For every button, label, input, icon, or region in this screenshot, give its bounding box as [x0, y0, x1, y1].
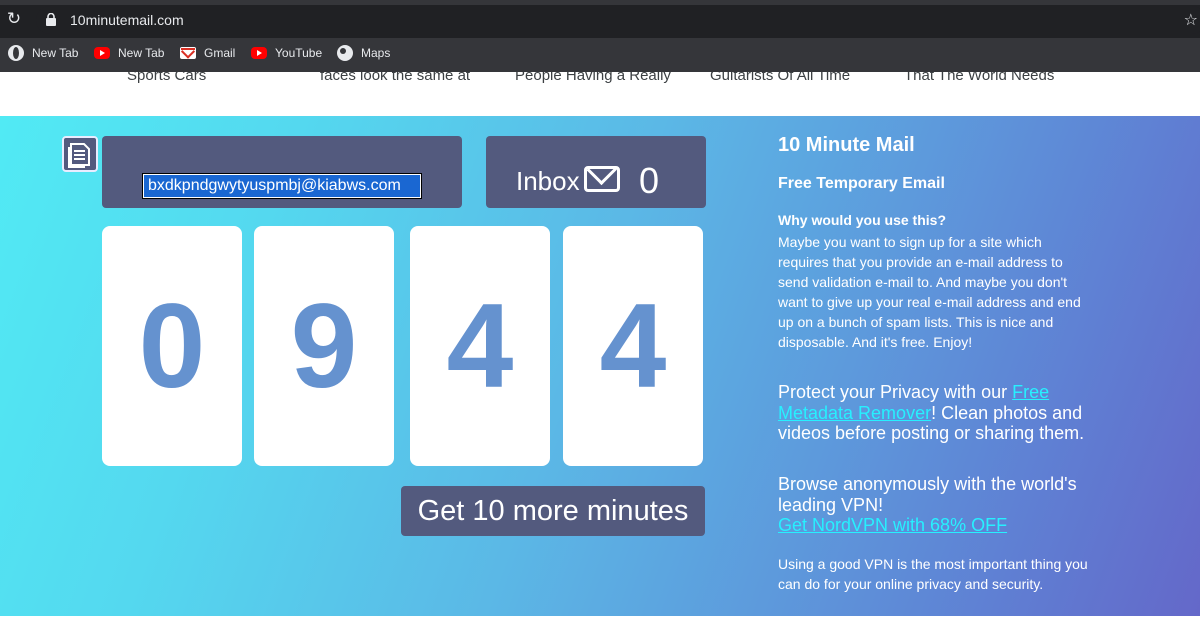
reload-icon[interactable]: ↻: [4, 9, 24, 29]
tab-strip: [0, 0, 1200, 5]
privacy-text-pre: Protect your Privacy with our: [778, 382, 1013, 402]
globe-icon: [337, 45, 353, 61]
nordvpn-link[interactable]: Get NordVPN with 68% OFF: [778, 515, 1098, 536]
ticker-link[interactable]: Sports Cars: [127, 72, 206, 84]
copy-address-button[interactable]: [62, 136, 98, 172]
ticker-link[interactable]: People Having a Really: [515, 72, 671, 84]
why-body: Maybe you want to sign up for a site whi…: [778, 234, 1081, 350]
timer-digit: 4: [563, 226, 703, 466]
omnibox[interactable]: 10minutemail.com ☆: [36, 6, 1200, 34]
hero-section: bxdkpndgwytyuspmbj@kiabws.com Inbox 0 0 …: [0, 116, 1200, 616]
gmail-icon: [180, 47, 196, 59]
youtube-icon: [251, 47, 267, 59]
vpn-note: Using a good VPN is the most important t…: [778, 556, 1088, 592]
youtube-icon: [94, 47, 110, 59]
timer-digit: 9: [254, 226, 394, 466]
site-title: 10 Minute Mail: [778, 134, 915, 156]
get-more-minutes-button[interactable]: Get 10 more minutes: [401, 486, 705, 536]
ticker-link[interactable]: That The World Needs: [904, 72, 1054, 84]
timer-digit-value: 4: [599, 279, 667, 413]
inbox-label: Inbox: [516, 166, 580, 196]
timer-digit-value: 4: [446, 279, 514, 413]
ticker-link[interactable]: faces look the same at: [320, 72, 470, 84]
bookmark-gmail[interactable]: Gmail: [180, 38, 235, 68]
timer-digit-value: 9: [290, 279, 358, 413]
inbox-button[interactable]: Inbox 0: [486, 136, 706, 208]
email-panel: bxdkpndgwytyuspmbj@kiabws.com: [102, 136, 462, 208]
bookmark-youtube[interactable]: YouTube: [251, 38, 322, 68]
email-address-field[interactable]: bxdkpndgwytyuspmbj@kiabws.com: [142, 173, 422, 199]
copy-icon: [68, 143, 90, 168]
url-text[interactable]: 10minutemail.com: [70, 12, 184, 28]
timer-digit-value: 0: [138, 279, 206, 413]
bookmark-new-tab-1[interactable]: New Tab: [8, 38, 78, 68]
bookmark-star-icon[interactable]: ☆: [1184, 10, 1198, 29]
browser-address-bar: ↻ 10minutemail.com ☆: [0, 0, 1200, 38]
bookmark-new-tab-2[interactable]: New Tab: [94, 38, 164, 68]
vpn-text: Browse anonymously with the world's lead…: [778, 474, 1077, 515]
bookmark-label: Maps: [361, 46, 391, 60]
bookmark-maps[interactable]: Maps: [337, 38, 390, 68]
envelope-icon: [584, 166, 620, 192]
bookmarks-bar: New Tab New Tab Gmail YouTube Maps: [0, 38, 1200, 72]
article-ticker: Sports Cars faces look the same at Peopl…: [0, 72, 1200, 116]
bookmark-label: New Tab: [118, 46, 165, 60]
page-content: Sports Cars faces look the same at Peopl…: [0, 72, 1200, 623]
timer-digit: 0: [102, 226, 242, 466]
inbox-count: 0: [639, 160, 660, 201]
privacy-promo: Protect your Privacy with our Free Metad…: [778, 382, 1098, 444]
globe-icon: [8, 45, 24, 61]
bookmark-label: New Tab: [32, 46, 79, 60]
lock-icon: [46, 13, 56, 26]
vpn-promo: Browse anonymously with the world's lead…: [778, 474, 1098, 536]
why-heading: Why would you use this?: [778, 212, 946, 228]
site-subtitle: Free Temporary Email: [778, 175, 945, 192]
ticker-link[interactable]: Guitarists Of All Time: [710, 72, 850, 84]
bookmark-label: Gmail: [204, 46, 236, 60]
bookmark-label: YouTube: [275, 46, 323, 60]
timer-digit: 4: [410, 226, 550, 466]
